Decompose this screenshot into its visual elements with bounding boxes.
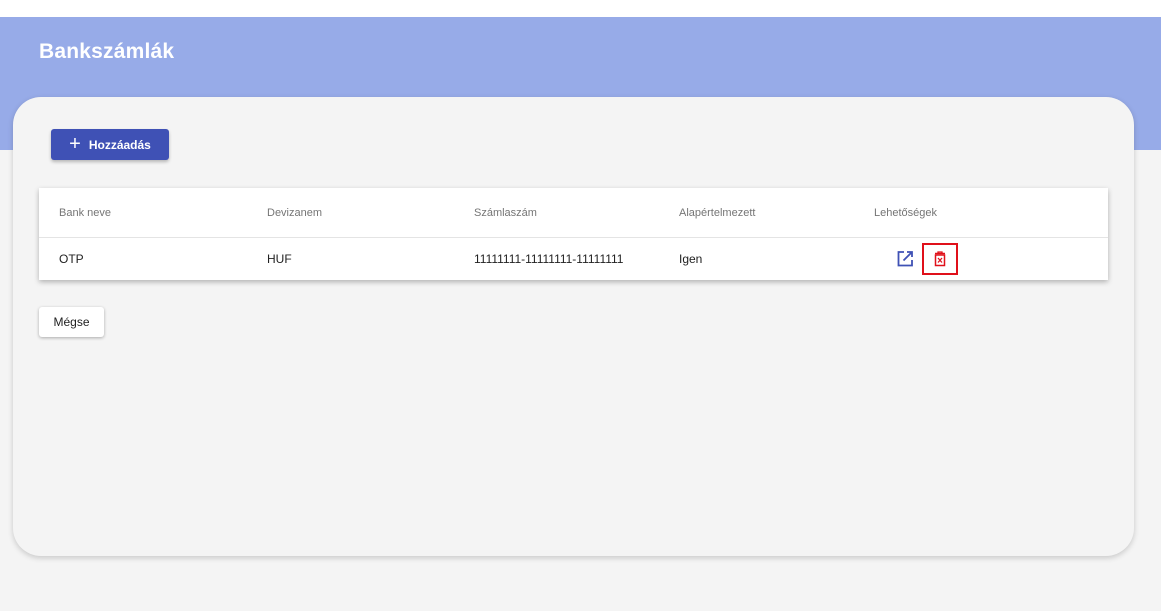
header-currency[interactable]: Devizanem <box>267 188 322 237</box>
header-account-number[interactable]: Számlaszám <box>474 188 537 237</box>
plus-icon: + <box>69 132 81 155</box>
cancel-button[interactable]: Mégse <box>39 307 104 337</box>
add-button[interactable]: + Hozzáadás <box>51 129 169 160</box>
cell-currency: HUF <box>267 252 292 266</box>
main-card: + Hozzáadás Bank neve Devizanem Számlasz… <box>13 97 1134 556</box>
bank-accounts-table: Bank neve Devizanem Számlaszám Alapértel… <box>39 188 1108 280</box>
header-bank-name[interactable]: Bank neve <box>59 188 111 237</box>
add-button-label: Hozzáadás <box>88 137 151 152</box>
header-options: Lehetőségek <box>874 206 937 219</box>
cell-bank-name: OTP <box>59 252 84 266</box>
header-default[interactable]: Alapértelmezett <box>679 188 755 237</box>
top-strip <box>0 0 1161 17</box>
cell-default: Igen <box>679 252 703 266</box>
cell-account-number: 11111111-11111111-11111111 <box>474 252 624 266</box>
page-title: Bankszámlák <box>39 40 175 63</box>
table-header-row: Bank neve Devizanem Számlaszám Alapértel… <box>39 188 1108 238</box>
table-row: OTP HUF 11111111-11111111-11111111 Igen <box>39 238 1108 280</box>
edit-icon[interactable] <box>895 249 915 269</box>
delete-icon[interactable] <box>922 243 958 275</box>
